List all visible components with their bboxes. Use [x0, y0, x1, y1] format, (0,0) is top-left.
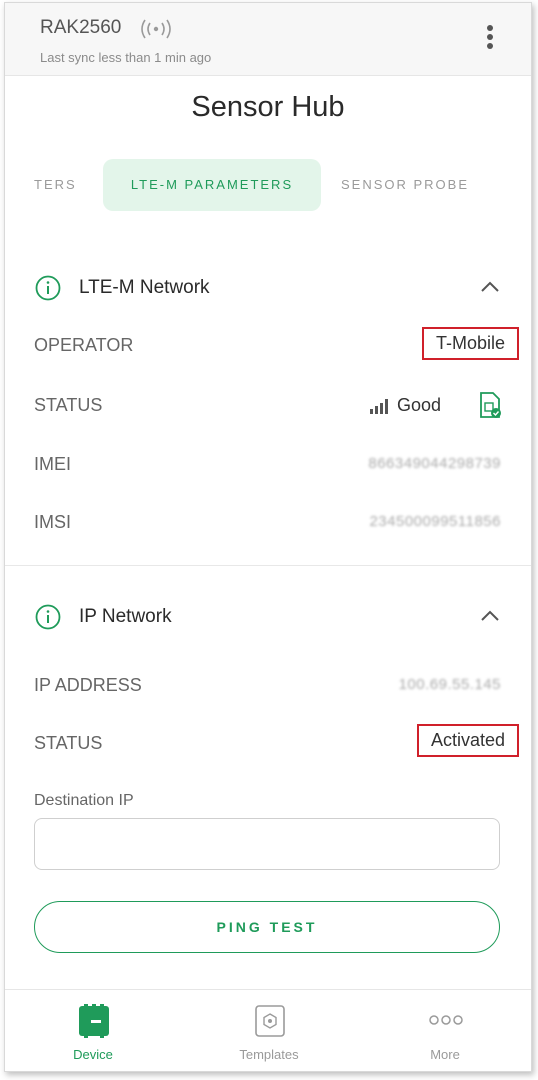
imei-label: IMEI — [34, 454, 72, 474]
imei-value: 866349044298739 — [368, 455, 501, 472]
page-title: Sensor Hub — [191, 91, 345, 123]
lte-section-header[interactable]: LTE-M Network — [5, 267, 531, 307]
info-icon — [35, 604, 61, 630]
tab-bar: TERS LTE-M PARAMETERS SENSOR PROBE — [5, 159, 531, 211]
app-frame: RAK2560 Last sync less than 1 min ago Se… — [4, 2, 532, 1072]
broadcast-icon — [141, 19, 171, 39]
operator-label: OPERATOR — [34, 335, 134, 355]
ip-section-header[interactable]: IP Network — [5, 596, 531, 636]
info-icon — [35, 275, 61, 301]
ping-test-button[interactable]: PING TEST — [34, 901, 500, 953]
top-bar: RAK2560 Last sync less than 1 min ago — [5, 3, 531, 76]
destination-ip-label: Destination IP — [34, 792, 134, 809]
more-icon — [429, 1015, 463, 1025]
lte-status-value: Good — [396, 395, 441, 415]
ip-section-title: IP Network — [79, 606, 172, 627]
nav-more[interactable]: More — [357, 990, 531, 1071]
section-divider — [5, 565, 531, 566]
imsi-label: IMSI — [34, 512, 72, 532]
signal-strength-icon — [369, 398, 388, 414]
nav-device-label: Device — [73, 1047, 113, 1062]
lte-status-label: STATUS — [34, 395, 103, 415]
bottom-nav: Device Templates More — [5, 989, 531, 1071]
destination-ip-input[interactable] — [34, 818, 500, 870]
more-options-icon[interactable] — [485, 25, 495, 55]
chevron-up-icon[interactable] — [479, 277, 501, 297]
tab-lte-m-parameters[interactable]: LTE-M PARAMETERS — [103, 159, 321, 211]
ip-address-label: IP ADDRESS — [34, 675, 142, 695]
tab-sensor-probe[interactable]: SENSOR PROBE — [335, 159, 475, 211]
nav-device[interactable]: Device — [5, 990, 181, 1071]
lte-status-value-group: Good — [369, 395, 441, 416]
nav-more-label: More — [430, 1047, 460, 1062]
lte-section-title: LTE-M Network — [79, 277, 210, 298]
templates-icon — [255, 1005, 285, 1037]
sync-status: Last sync less than 1 min ago — [40, 50, 212, 65]
imsi-value: 234500099511856 — [369, 513, 501, 530]
ip-address-value: 100.69.55.145 — [398, 676, 501, 693]
sim-card-icon[interactable] — [479, 391, 501, 419]
tab-parameters[interactable]: TERS — [5, 159, 100, 211]
nav-templates[interactable]: Templates — [181, 990, 357, 1071]
ip-status-value: Activated — [416, 724, 519, 757]
device-icon — [79, 1004, 109, 1038]
chevron-up-icon[interactable] — [479, 606, 501, 626]
ip-status-label: STATUS — [34, 733, 103, 753]
device-name: RAK2560 — [40, 17, 122, 38]
nav-templates-label: Templates — [239, 1047, 299, 1062]
operator-value: T-Mobile — [421, 327, 519, 360]
